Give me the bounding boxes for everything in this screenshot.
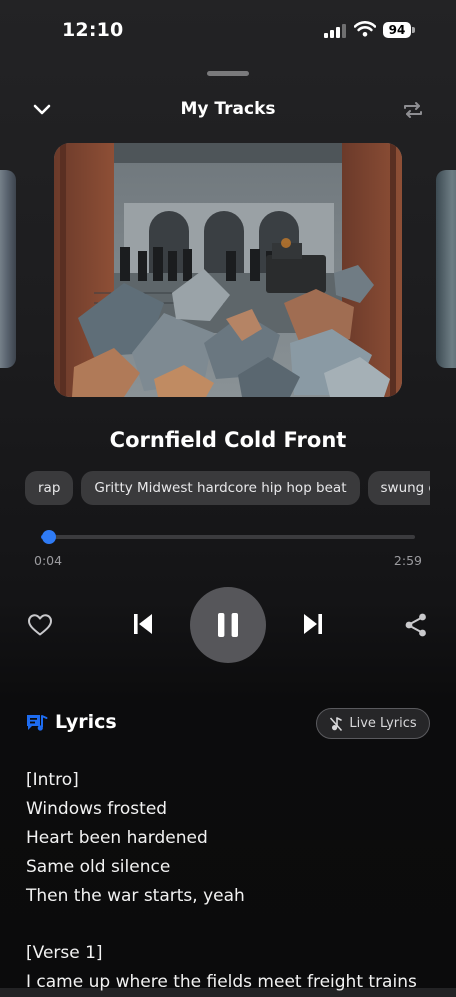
next-button[interactable] <box>296 607 330 641</box>
elapsed-time: 0:04 <box>34 553 63 568</box>
next-artwork[interactable] <box>436 170 456 368</box>
battery-indicator: 94 <box>383 22 411 38</box>
tag-chip[interactable]: Gritty Midwest hardcore hip hop beat <box>81 471 360 505</box>
status-time: 12:10 <box>62 19 124 41</box>
skip-next-icon <box>304 614 322 634</box>
lyric-line: Heart been hardened <box>26 828 208 848</box>
progress-track[interactable] <box>41 535 415 539</box>
pause-button[interactable] <box>190 587 266 663</box>
artwork-image <box>54 143 402 397</box>
lyric-line: [Intro] <box>26 770 79 790</box>
album-artwork <box>54 143 402 397</box>
previous-artwork[interactable] <box>0 170 16 368</box>
lyric-line: I came up where the fields meet freight … <box>26 972 417 992</box>
battery-tip <box>412 27 415 33</box>
tag-chip[interactable]: rap <box>25 471 74 505</box>
repeat-button[interactable] <box>398 95 428 125</box>
previous-button[interactable] <box>126 607 160 641</box>
lyric-line: Then the war starts, yeah <box>26 886 245 906</box>
pause-icon <box>218 613 238 637</box>
tag-chips: rap Gritty Midwest hardcore hip hop beat s… <box>25 471 430 505</box>
live-lyrics-label: Live Lyrics <box>349 716 417 731</box>
lyric-line <box>26 911 446 939</box>
like-button[interactable] <box>24 609 56 641</box>
total-duration: 2:59 <box>393 553 422 568</box>
lyrics-heading: Lyrics <box>55 711 117 733</box>
progress-knob[interactable] <box>42 530 57 544</box>
wifi-icon <box>354 21 376 37</box>
share-button[interactable] <box>400 609 432 641</box>
tag-chip[interactable]: swung d <box>367 471 430 505</box>
music-note-off-icon <box>330 716 343 731</box>
heart-icon <box>28 614 52 636</box>
lyrics-icon <box>27 715 48 731</box>
lyric-line: Windows frosted <box>26 799 168 819</box>
song-title: Cornfield Cold Front <box>109 428 347 452</box>
page-title: My Tracks <box>180 99 276 119</box>
lyric-line: [Verse 1] <box>26 943 103 963</box>
share-icon <box>405 613 426 637</box>
cellular-signal-icon <box>324 24 346 38</box>
repeat-icon <box>404 102 422 118</box>
sheet-grabber[interactable] <box>207 71 249 76</box>
skip-previous-icon <box>134 614 152 634</box>
live-lyrics-button[interactable]: Live Lyrics <box>316 708 430 739</box>
lyrics-body: [Intro] Windows frosted Heart been harde… <box>26 766 446 997</box>
lyric-line: Same old silence <box>26 857 171 877</box>
